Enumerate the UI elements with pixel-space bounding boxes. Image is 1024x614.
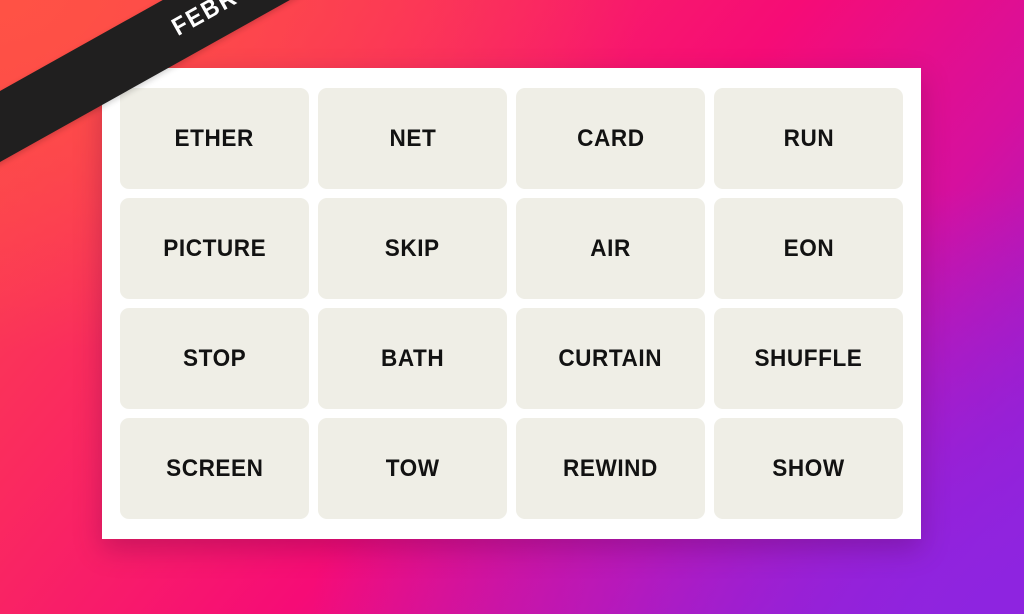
puzzle-tile[interactable]: BATH	[318, 308, 507, 409]
puzzle-tile-label: TOW	[385, 454, 440, 482]
puzzle-tile-label: EON	[783, 234, 834, 262]
puzzle-tile[interactable]: RUN	[714, 88, 903, 189]
puzzle-tile-label: BATH	[380, 344, 445, 372]
puzzle-tile-label: SKIP	[385, 234, 440, 262]
puzzle-tile-label: SHOW	[772, 454, 845, 482]
puzzle-tile[interactable]: SHUFFLE	[714, 308, 903, 409]
puzzle-tile-label: PICTURE	[163, 234, 266, 262]
puzzle-tile[interactable]: EON	[714, 198, 903, 299]
puzzle-tile[interactable]: STOP	[120, 308, 309, 409]
date-banner-label: FEBRUARY 9	[167, 0, 326, 42]
puzzle-tile-label: RUN	[783, 124, 834, 152]
puzzle-tile[interactable]: PICTURE	[120, 198, 309, 299]
puzzle-tile[interactable]: ETHER	[120, 88, 309, 189]
puzzle-tile[interactable]: SKIP	[318, 198, 507, 299]
puzzle-tile-label: ETHER	[174, 124, 255, 152]
puzzle-tile[interactable]: NET	[318, 88, 507, 189]
puzzle-tile-label: CARD	[576, 124, 645, 152]
puzzle-tile-label: NET	[389, 124, 436, 152]
puzzle-card: ETHER NET CARD RUN PICTURE SKIP AIR EON	[102, 68, 921, 539]
puzzle-tile[interactable]: REWIND	[516, 418, 705, 519]
puzzle-tile[interactable]: CURTAIN	[516, 308, 705, 409]
puzzle-tile-label: STOP	[182, 344, 247, 372]
puzzle-tile[interactable]: CARD	[516, 88, 705, 189]
puzzle-tile[interactable]: TOW	[318, 418, 507, 519]
connections-grid: ETHER NET CARD RUN PICTURE SKIP AIR EON	[120, 88, 903, 519]
puzzle-tile-label: SHUFFLE	[754, 344, 863, 372]
puzzle-tile[interactable]: AIR	[516, 198, 705, 299]
puzzle-stage: ETHER NET CARD RUN PICTURE SKIP AIR EON	[0, 0, 1024, 614]
puzzle-tile[interactable]: SHOW	[714, 418, 903, 519]
puzzle-tile-label: SCREEN	[165, 454, 264, 482]
puzzle-tile-label: AIR	[590, 234, 631, 262]
puzzle-tile-label: CURTAIN	[558, 344, 663, 372]
puzzle-tile[interactable]: SCREEN	[120, 418, 309, 519]
puzzle-tile-label: REWIND	[563, 454, 658, 482]
